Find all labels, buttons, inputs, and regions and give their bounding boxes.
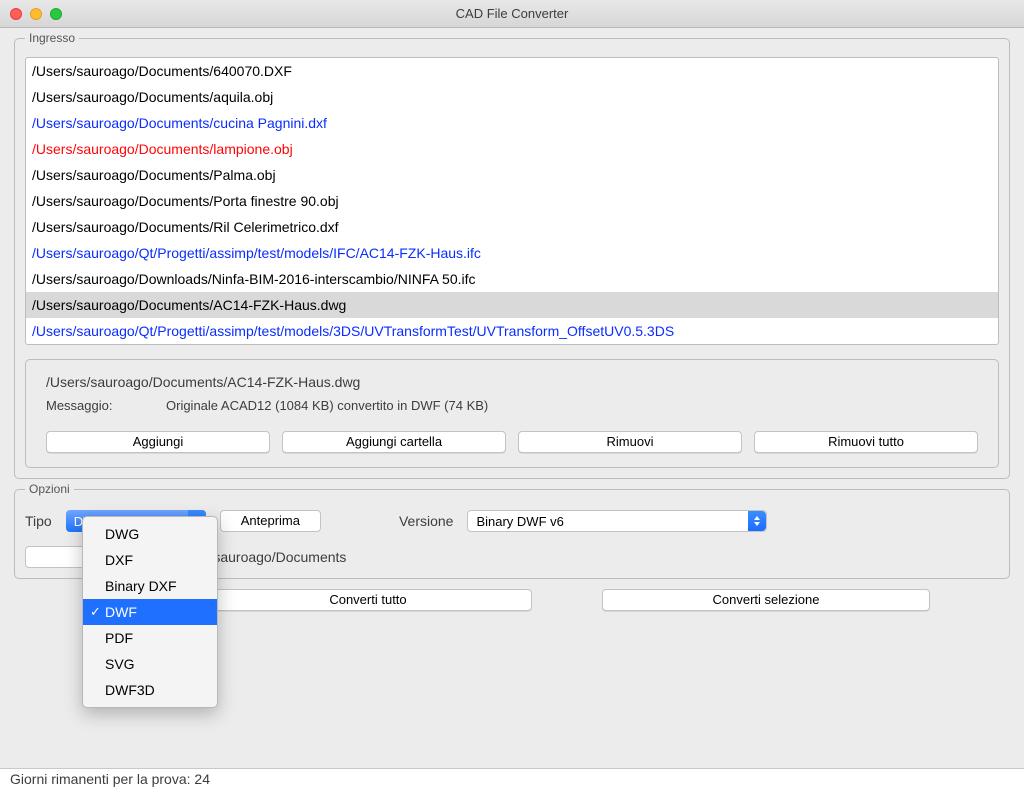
file-item[interactable]: /Users/sauroago/Qt/Progetti/assimp/test/…: [26, 318, 998, 344]
dropdown-item[interactable]: Binary DXF: [83, 573, 217, 599]
file-item[interactable]: /Users/sauroago/Documents/lampione.obj: [26, 136, 998, 162]
info-message-value: Originale ACAD12 (1084 KB) convertito in…: [166, 398, 978, 413]
add-button[interactable]: Aggiungi: [46, 431, 270, 453]
versione-label: Versione: [399, 513, 453, 529]
info-message-label: Messaggio:: [46, 398, 166, 413]
file-item[interactable]: /Users/sauroago/Documents/AC14-FZK-Haus.…: [26, 292, 998, 318]
tipo-dropdown-menu[interactable]: DWGDXFBinary DXFDWFPDFSVGDWF3D: [82, 516, 218, 708]
dropdown-item[interactable]: PDF: [83, 625, 217, 651]
traffic-lights: [10, 8, 62, 20]
remove-all-button[interactable]: Rimuovi tutto: [754, 431, 978, 453]
file-item[interactable]: /Users/sauroago/Documents/Ril Celerimetr…: [26, 214, 998, 240]
add-folder-button[interactable]: Aggiungi cartella: [282, 431, 506, 453]
close-icon[interactable]: [10, 8, 22, 20]
file-list[interactable]: /Users/sauroago/Documents/640070.DXF/Use…: [25, 57, 999, 345]
file-item[interactable]: /Users/sauroago/Documents/640070.DXF: [26, 58, 998, 84]
opzioni-label: Opzioni: [25, 482, 74, 496]
dropdown-item[interactable]: DXF: [83, 547, 217, 573]
anteprima-button[interactable]: Anteprima: [220, 510, 321, 532]
status-bar: Giorni rimanenti per la prova: 24: [0, 768, 1024, 790]
dropdown-item[interactable]: DWF3D: [83, 677, 217, 703]
remove-button[interactable]: Rimuovi: [518, 431, 742, 453]
ingresso-label: Ingresso: [25, 31, 79, 45]
ingresso-group: Ingresso /Users/sauroago/Documents/64007…: [14, 38, 1010, 479]
file-item[interactable]: /Users/sauroago/Documents/Palma.obj: [26, 162, 998, 188]
minimize-icon[interactable]: [30, 8, 42, 20]
dropdown-item[interactable]: DWF: [83, 599, 217, 625]
versione-select[interactable]: Binary DWF v6: [467, 510, 767, 532]
convert-selection-button[interactable]: Converti selezione: [602, 589, 930, 611]
file-item[interactable]: /Users/sauroago/Downloads/Ninfa-BIM-2016…: [26, 266, 998, 292]
versione-value: Binary DWF v6: [476, 514, 563, 529]
file-item[interactable]: /Users/sauroago/Qt/Progetti/assimp/test/…: [26, 240, 998, 266]
dropdown-item[interactable]: SVG: [83, 651, 217, 677]
chevron-updown-icon: [748, 511, 766, 531]
titlebar: CAD File Converter: [0, 0, 1024, 28]
file-item[interactable]: /Users/sauroago/Documents/aquila.obj: [26, 84, 998, 110]
zoom-icon[interactable]: [50, 8, 62, 20]
window-title: CAD File Converter: [456, 6, 569, 21]
dropdown-item[interactable]: DWG: [83, 521, 217, 547]
info-box: /Users/sauroago/Documents/AC14-FZK-Haus.…: [25, 359, 999, 468]
tipo-label: Tipo: [25, 513, 52, 529]
file-item[interactable]: /Users/sauroago/Documents/Porta finestre…: [26, 188, 998, 214]
convert-all-button[interactable]: Converti tutto: [204, 589, 532, 611]
file-item[interactable]: /Users/sauroago/Documents/cucina Pagnini…: [26, 110, 998, 136]
info-path: /Users/sauroago/Documents/AC14-FZK-Haus.…: [46, 374, 978, 390]
